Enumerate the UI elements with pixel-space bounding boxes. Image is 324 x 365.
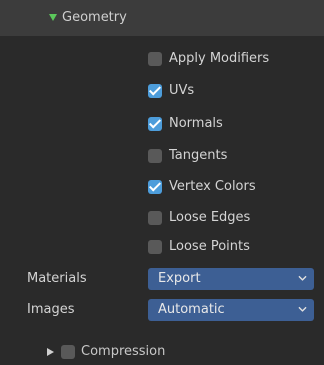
geometry-panel-title: Geometry [62,10,127,25]
normals-label: Normals [169,116,223,131]
images-value: Automatic [158,302,225,317]
normals-box[interactable] [148,117,162,131]
loose-edges-label: Loose Edges [169,210,251,225]
uvs-label: UVs [169,83,195,98]
apply-modifiers-label: Apply Modifiers [169,51,270,66]
tangents-box[interactable] [148,149,162,163]
vertex-colors-checkbox[interactable]: Vertex Colors [148,177,256,197]
loose-points-label: Loose Points [169,239,250,254]
triangle-right-icon[interactable] [47,348,54,356]
materials-label: Materials [27,271,87,286]
compression-label: Compression [81,344,166,359]
materials-dropdown[interactable]: Export [148,268,314,290]
tangents-label: Tangents [169,148,228,163]
vertex-colors-box[interactable] [148,180,162,194]
vertex-colors-label: Vertex Colors [169,179,256,194]
loose-edges-checkbox[interactable]: Loose Edges [148,208,250,228]
compression-subpanel-header[interactable]: Compression [47,341,165,363]
loose-points-box[interactable] [148,240,162,254]
loose-edges-box[interactable] [148,211,162,225]
images-label: Images [27,302,75,317]
normals-checkbox[interactable]: Normals [148,114,223,134]
apply-modifiers-box[interactable] [148,52,162,66]
chevron-down-icon [298,306,307,312]
chevron-down-icon [298,275,307,281]
loose-points-checkbox[interactable]: Loose Points [148,237,250,257]
materials-value: Export [158,271,201,286]
apply-modifiers-checkbox[interactable]: Apply Modifiers [148,49,269,69]
uvs-box[interactable] [148,84,162,98]
tangents-checkbox[interactable]: Tangents [148,146,227,166]
triangle-down-icon[interactable] [49,14,57,21]
images-dropdown[interactable]: Automatic [148,299,314,321]
compression-box[interactable] [61,345,75,359]
geometry-panel-header[interactable]: Geometry [0,0,324,36]
uvs-checkbox[interactable]: UVs [148,81,194,101]
